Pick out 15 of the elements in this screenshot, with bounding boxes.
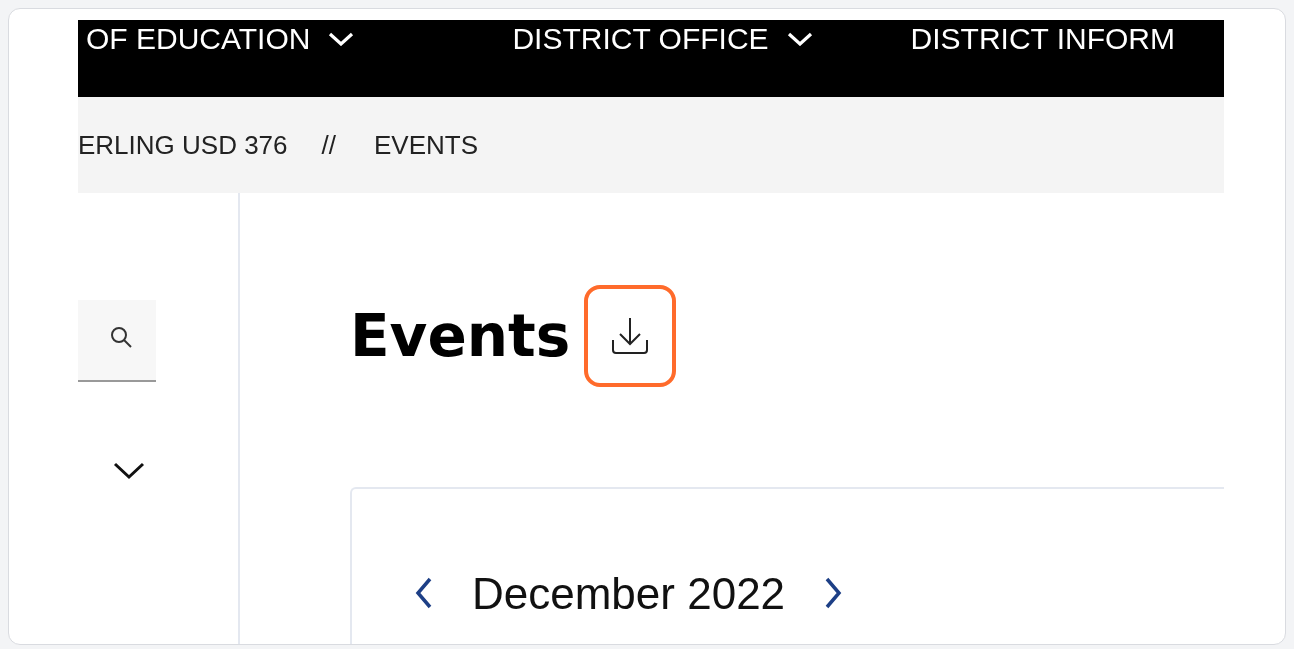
nav-menu-item[interactable]: DISTRICT INFORM xyxy=(902,20,1175,56)
breadcrumb-separator: // xyxy=(321,129,336,161)
chevron-down-icon xyxy=(113,462,145,480)
nav-menu-item[interactable]: DISTRICT OFFICE xyxy=(504,20,813,56)
download-button[interactable] xyxy=(584,285,677,387)
chevron-down-icon xyxy=(328,32,355,46)
breadcrumb-link[interactable]: EVENTS xyxy=(374,129,478,161)
chevron-down-icon xyxy=(786,32,813,46)
search-button[interactable] xyxy=(78,300,156,382)
page-title: Events xyxy=(350,302,571,370)
chevron-left-icon xyxy=(414,575,434,610)
month-title: December 2022 xyxy=(472,569,786,619)
nav-menu-item[interactable]: OF EDUCATION xyxy=(78,20,355,56)
chevron-right-icon xyxy=(823,575,844,610)
breadcrumb-link[interactable]: ERLING USD 376 xyxy=(78,129,288,161)
